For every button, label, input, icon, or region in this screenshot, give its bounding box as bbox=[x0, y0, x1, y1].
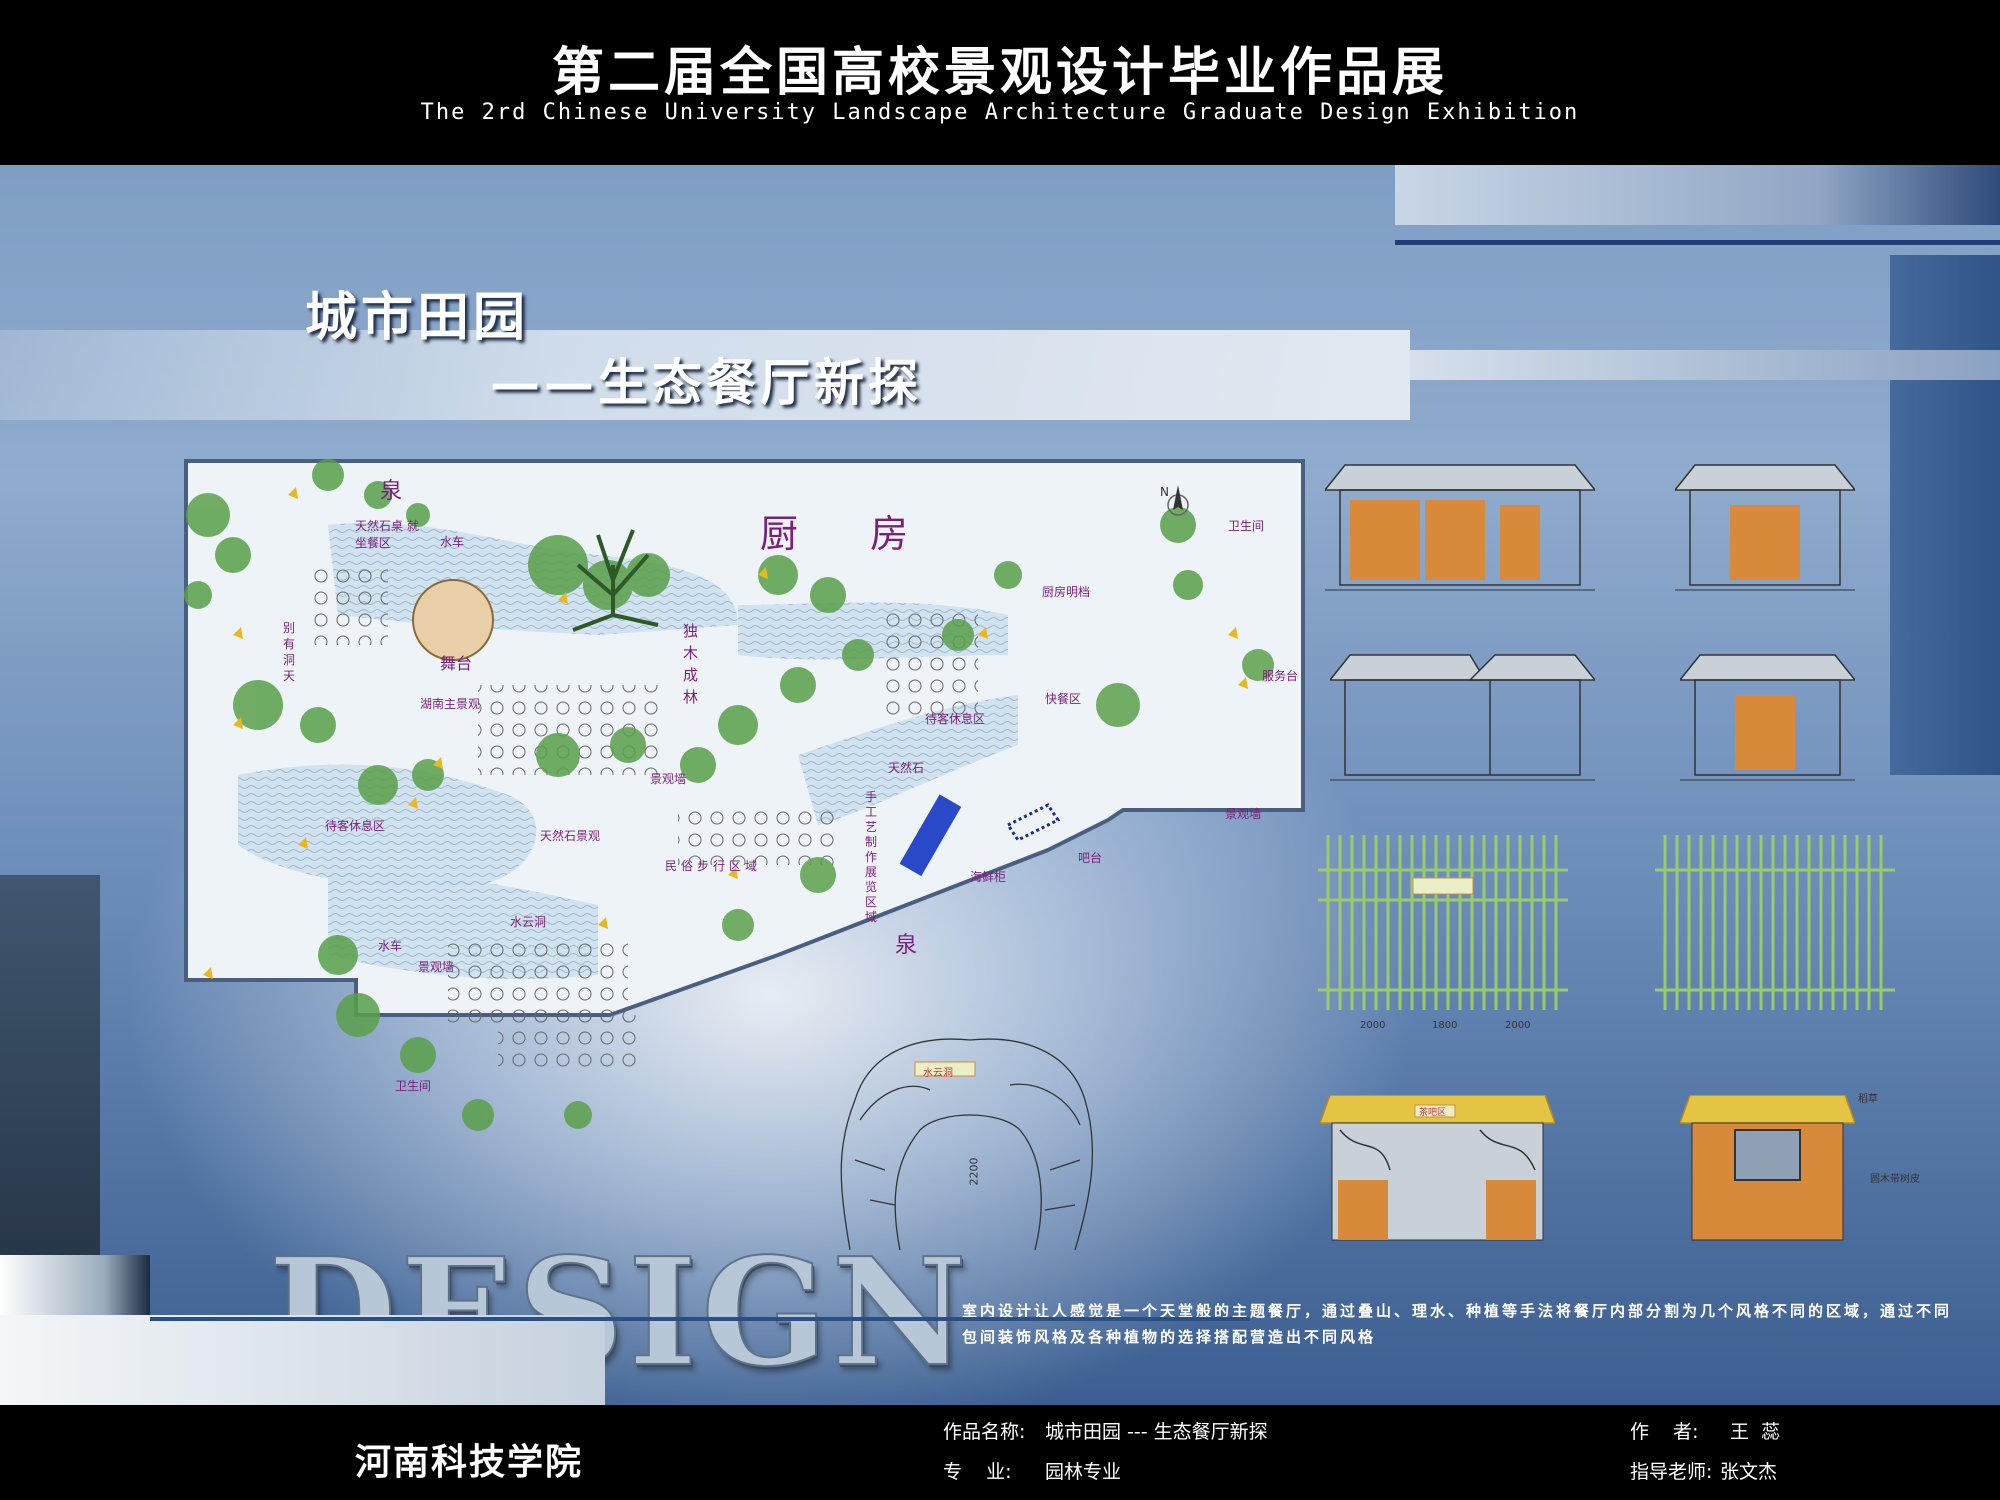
arch-label: 水云洞 bbox=[923, 1068, 953, 1079]
hut-label: 稻草 bbox=[1858, 1094, 1878, 1105]
footer-bar: 河南科技学院 作品名称: 城市田园 --- 生态餐厅新探 专 业: 园林专业 作… bbox=[0, 1405, 2000, 1500]
decor-left-white bbox=[0, 1315, 605, 1405]
trellis-plan-1 bbox=[1318, 835, 1568, 1010]
poster-body: 城市田园 ——生态餐厅新探 厨 房 泉 泉 舞台 独木成林 天然石桌 就坐餐区 … bbox=[0, 165, 2000, 1405]
pavilion-elevation-4 bbox=[1680, 654, 1855, 781]
hut-sign: 茶吧区 bbox=[1419, 1108, 1447, 1118]
label-kitchen: 厨 房 bbox=[760, 512, 939, 556]
pavilion-elevation-2 bbox=[1675, 464, 1855, 591]
pavilion-elevation-1 bbox=[1325, 464, 1595, 591]
project-subtitle: ——生态餐厅新探 bbox=[490, 353, 922, 412]
label-spring-bottom: 泉 bbox=[895, 933, 918, 958]
author-label: 作 者: bbox=[1630, 1421, 1699, 1443]
label-bar: 吧台 bbox=[1078, 851, 1103, 865]
site-plan bbox=[184, 459, 1305, 1131]
project-title: 城市田园 bbox=[305, 287, 530, 348]
label-stage: 舞台 bbox=[440, 654, 473, 673]
decor-top-line bbox=[1395, 240, 2000, 245]
label-water-cloud: 水云洞 bbox=[510, 915, 547, 929]
decor-left-light bbox=[0, 1255, 150, 1315]
title-band-right bbox=[1410, 350, 2000, 380]
label-restroom-bottom: 卫生间 bbox=[395, 1079, 432, 1093]
label-waterwheel-top: 水车 bbox=[440, 535, 465, 549]
arch-dim: 2200 bbox=[967, 1157, 981, 1186]
label-cave: 别有洞天 bbox=[283, 621, 296, 683]
major-label: 专 业: bbox=[943, 1461, 1012, 1483]
label-waiting-left: 待客休息区 bbox=[325, 819, 386, 833]
trellis-plan-2 bbox=[1655, 835, 1895, 1010]
exhibition-title-en: The 2rd Chinese University Landscape Arc… bbox=[420, 100, 1580, 125]
label-stone-area: 天然石桌 就坐餐区 bbox=[355, 519, 419, 550]
work-name-label: 作品名称: bbox=[943, 1421, 1026, 1443]
label-hunan: 湖南主景观 bbox=[420, 697, 481, 711]
label-handicraft: 手工艺制作展览区域 bbox=[865, 790, 878, 924]
hut-note: 圆木带树皮 bbox=[1870, 1174, 1920, 1185]
label-natural-stone: 天然石 bbox=[888, 761, 925, 775]
label-restroom-top: 卫生间 bbox=[1228, 519, 1265, 533]
decor-bottom-line bbox=[150, 1317, 1250, 1321]
exhibition-title: 第二届全国高校景观设计毕业作品展 bbox=[551, 43, 1448, 103]
work-name: 城市田园 --- 生态餐厅新探 bbox=[1045, 1421, 1268, 1443]
header-bar: 第二届全国高校景观设计毕业作品展 The 2rd Chinese Univers… bbox=[0, 0, 2000, 165]
dim-1: 2000 bbox=[1360, 1020, 1386, 1031]
label-fast-area: 快餐区 bbox=[1045, 692, 1082, 706]
advisor-label: 指导老师: bbox=[1630, 1461, 1713, 1483]
decor-top-bar bbox=[1395, 165, 2000, 225]
label-stone-scene: 天然石景观 bbox=[540, 829, 601, 843]
label-spring-top: 泉 bbox=[380, 479, 403, 504]
advisor: 张文杰 bbox=[1720, 1461, 1778, 1483]
label-service: 服务台 bbox=[1262, 669, 1299, 683]
label-waiting-right: 待客休息区 bbox=[925, 712, 986, 726]
label-wall-1: 景观墙 bbox=[650, 772, 687, 786]
label-north: N bbox=[1160, 485, 1169, 499]
major: 园林专业 bbox=[1045, 1461, 1122, 1483]
dim-2: 1800 bbox=[1432, 1020, 1458, 1031]
label-kitchen-file: 厨房明档 bbox=[1042, 585, 1091, 599]
poster-page: 第二届全国高校景观设计毕业作品展 The 2rd Chinese Univers… bbox=[0, 0, 2000, 1500]
design-description: 室内设计让人感觉是一个天堂般的主题餐厅，通过叠山、理水、种植等手法将餐厅内部分割… bbox=[962, 1302, 1953, 1346]
label-waterwheel-bottom: 水车 bbox=[378, 939, 403, 953]
decor-right-panel bbox=[1890, 255, 2000, 775]
hut-elevation-1 bbox=[1320, 1095, 1555, 1241]
label-folk-street: 民俗步行区域 bbox=[665, 859, 762, 873]
label-wall-3: 景观墙 bbox=[418, 960, 455, 974]
label-seafood: 海鲜柜 bbox=[970, 870, 1007, 884]
author: 王 蕊 bbox=[1730, 1421, 1781, 1443]
dim-3: 2000 bbox=[1505, 1020, 1531, 1031]
label-wall-2: 景观墙 bbox=[1225, 807, 1262, 821]
pavilion-elevation-3 bbox=[1330, 654, 1595, 781]
hut-elevation-2 bbox=[1680, 1095, 1855, 1241]
school-name: 河南科技学院 bbox=[355, 1442, 584, 1483]
label-forest: 独木成林 bbox=[683, 622, 699, 706]
